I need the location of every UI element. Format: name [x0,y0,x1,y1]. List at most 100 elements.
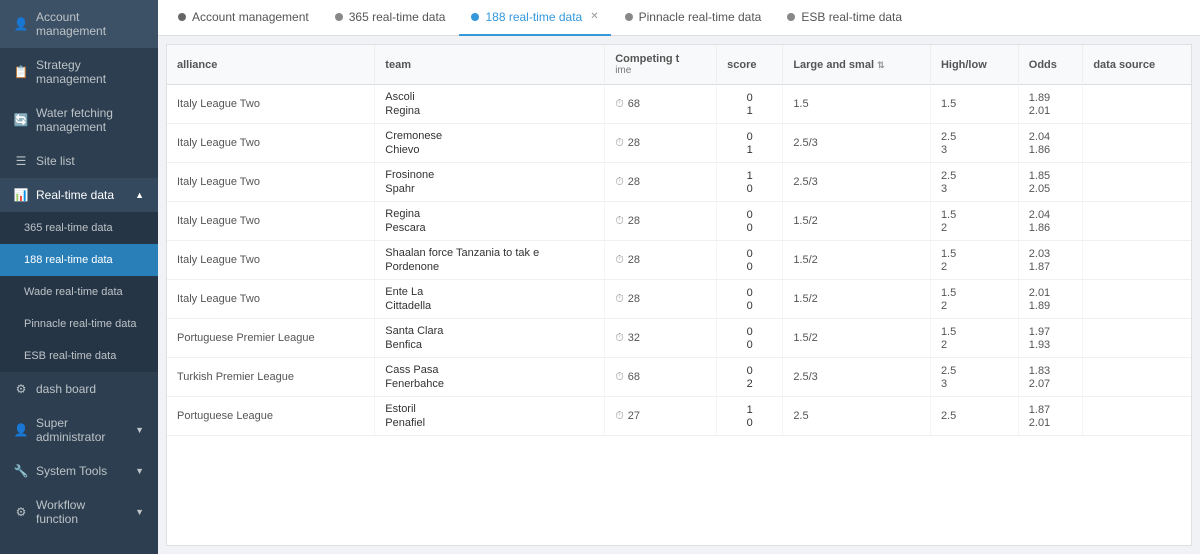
tab-label: 365 real-time data [349,10,446,24]
team2-name: Cittadella [385,300,594,312]
tab-close-button[interactable]: ✕ [590,11,598,22]
sidebar-item-site-list[interactable]: ☰ Site list [0,144,158,178]
high-low-cell: 1.5 [930,85,1018,124]
tab-188-real-time[interactable]: 188 real-time data ✕ [459,0,610,36]
sidebar-item-label: Workflow function [36,498,127,526]
team2-name: Benfica [385,339,594,351]
water-icon: 🔄 [14,113,28,127]
tab-dot [625,13,633,21]
sidebar-item-label: Strategy management [36,58,144,86]
high-value: 2.5 [941,365,1008,377]
sidebar-item-pinnacle-real-time[interactable]: Pinnacle real-time data [0,308,158,340]
sidebar-sub-label: Wade real-time data [24,286,123,298]
sidebar-item-system-tools[interactable]: 🔧 System Tools ▼ [0,454,158,488]
sidebar-item-workflow[interactable]: ⚙ Workflow function ▼ [0,488,158,536]
chevron-down-icon3: ▼ [135,507,144,517]
table-row: Italy League Two Ente La Cittadella ⏱ 28… [167,280,1191,319]
sidebar-item-dashboard[interactable]: ⚙ dash board [0,372,158,406]
tools-icon: 🔧 [14,464,28,478]
odds-cell: 2.04 1.86 bet188 odds [1018,202,1083,241]
odds-cell: 1.87 2.01 [1018,397,1083,436]
odds-cell: 1.97 1.93 [1018,319,1083,358]
clock-icon: ⏱ [615,410,624,423]
sidebar-item-account-management[interactable]: 👤 Account management [0,0,158,48]
large-small-value: 2.5/3 [793,176,920,188]
col-high-low: High/low [930,45,1018,85]
col-odds: Odds [1018,45,1083,85]
table-row: Italy League Two Shaalan force Tanzania … [167,241,1191,280]
tab-bar: Account management 365 real-time data 18… [158,0,1200,36]
tab-365-real-time[interactable]: 365 real-time data [323,0,458,36]
sidebar-submenu-real-time: 365 real-time data 188 real-time data Wa… [0,212,158,372]
high-value: 1.5 [941,326,1008,338]
sidebar-item-real-time-data[interactable]: 📊 Real-time data ▲ [0,178,158,212]
time-value: 28 [628,293,640,305]
team-cell: Shaalan force Tanzania to tak e Pordenon… [375,241,605,280]
score1: 0 [747,209,753,221]
sidebar-item-365-real-time[interactable]: 365 real-time data [0,212,158,244]
team1-name: Cass Pasa [385,364,594,376]
high-value: 1.5 [941,98,1008,110]
time-value: 28 [628,176,640,188]
high-value: 2.5 [941,131,1008,143]
table-row: Italy League Two Frosinone Spahr ⏱ 28 1 … [167,163,1191,202]
time-value: 68 [628,371,640,383]
alliance-cell: Portuguese Premier League [167,319,375,358]
admin-icon: 👤 [14,423,28,437]
tab-esb-real-time[interactable]: ESB real-time data [775,0,914,36]
time-cell: ⏱ 27 [605,397,717,436]
chevron-up-icon: ▲ [135,190,144,200]
score-cell: 0 0 [717,280,783,319]
sidebar-item-label: Water fetching management [36,106,144,134]
time-cell: ⏱ 28 [605,163,717,202]
score2: 1 [747,105,753,117]
clock-icon: ⏱ [615,254,624,267]
low-value: 2 [941,300,1008,312]
low-value: 2 [941,339,1008,351]
large-small-cell: 2.5/3 [783,358,931,397]
sidebar-item-esb-real-time[interactable]: ESB real-time data [0,340,158,372]
tab-dot [178,13,186,21]
sidebar-item-wade-real-time[interactable]: Wade real-time data [0,276,158,308]
alliance-cell: Italy League Two [167,85,375,124]
tab-pinnacle-real-time[interactable]: Pinnacle real-time data [613,0,774,36]
data-table-container: alliance team Competing t ime score Larg… [166,44,1192,546]
sidebar-item-188-real-time[interactable]: 188 real-time data [0,244,158,276]
odds-cell: 2.01 1.89 [1018,280,1083,319]
sidebar-item-strategy-management[interactable]: 📋 Strategy management [0,48,158,96]
time-cell: ⏱ 68 [605,85,717,124]
score2: 2 [747,378,753,390]
sidebar-item-label: Real-time data [36,188,114,202]
sidebar-item-super-admin[interactable]: 👤 Super administrator ▼ [0,406,158,454]
sidebar-item-water-fetching[interactable]: 🔄 Water fetching management [0,96,158,144]
alliance-cell: Turkish Premier League [167,358,375,397]
chevron-down-icon2: ▼ [135,466,144,476]
odds-cell: 1.83 2.07 [1018,358,1083,397]
team-cell: Cass Pasa Fenerbahce [375,358,605,397]
tab-label: ESB real-time data [801,10,902,24]
time-value: 68 [628,98,640,110]
team-cell: Estoril Penafiel [375,397,605,436]
alliance-cell: Italy League Two [167,163,375,202]
col-large-small[interactable]: Large and smal ⇅ [783,45,931,85]
chevron-down-icon: ▼ [135,425,144,435]
team-cell: Santa Clara Benfica [375,319,605,358]
low-value: 2 [941,222,1008,234]
odds1-value: 2.03 [1029,248,1073,260]
sort-icon[interactable]: ⇅ [877,60,885,70]
odds2-value: 2.07 [1029,378,1073,390]
large-small-cell: 1.5/2 [783,280,931,319]
tab-account-management[interactable]: Account management [166,0,321,36]
large-small-value: 1.5 [793,98,920,110]
sidebar-sub-label: Pinnacle real-time data [24,318,137,330]
team-cell: Ascoli Regina [375,85,605,124]
score1: 0 [747,365,753,377]
large-small-value: 1.5/2 [793,293,920,305]
team2-name: Chievo [385,144,594,156]
high-low-cell: 1.5 2 [930,241,1018,280]
score1: 0 [747,92,753,104]
large-small-value: 1.5/2 [793,215,920,227]
data-table: alliance team Competing t ime score Larg… [167,45,1191,436]
team1-name: Estoril [385,403,594,415]
odds1-value: 1.83 [1029,365,1073,377]
